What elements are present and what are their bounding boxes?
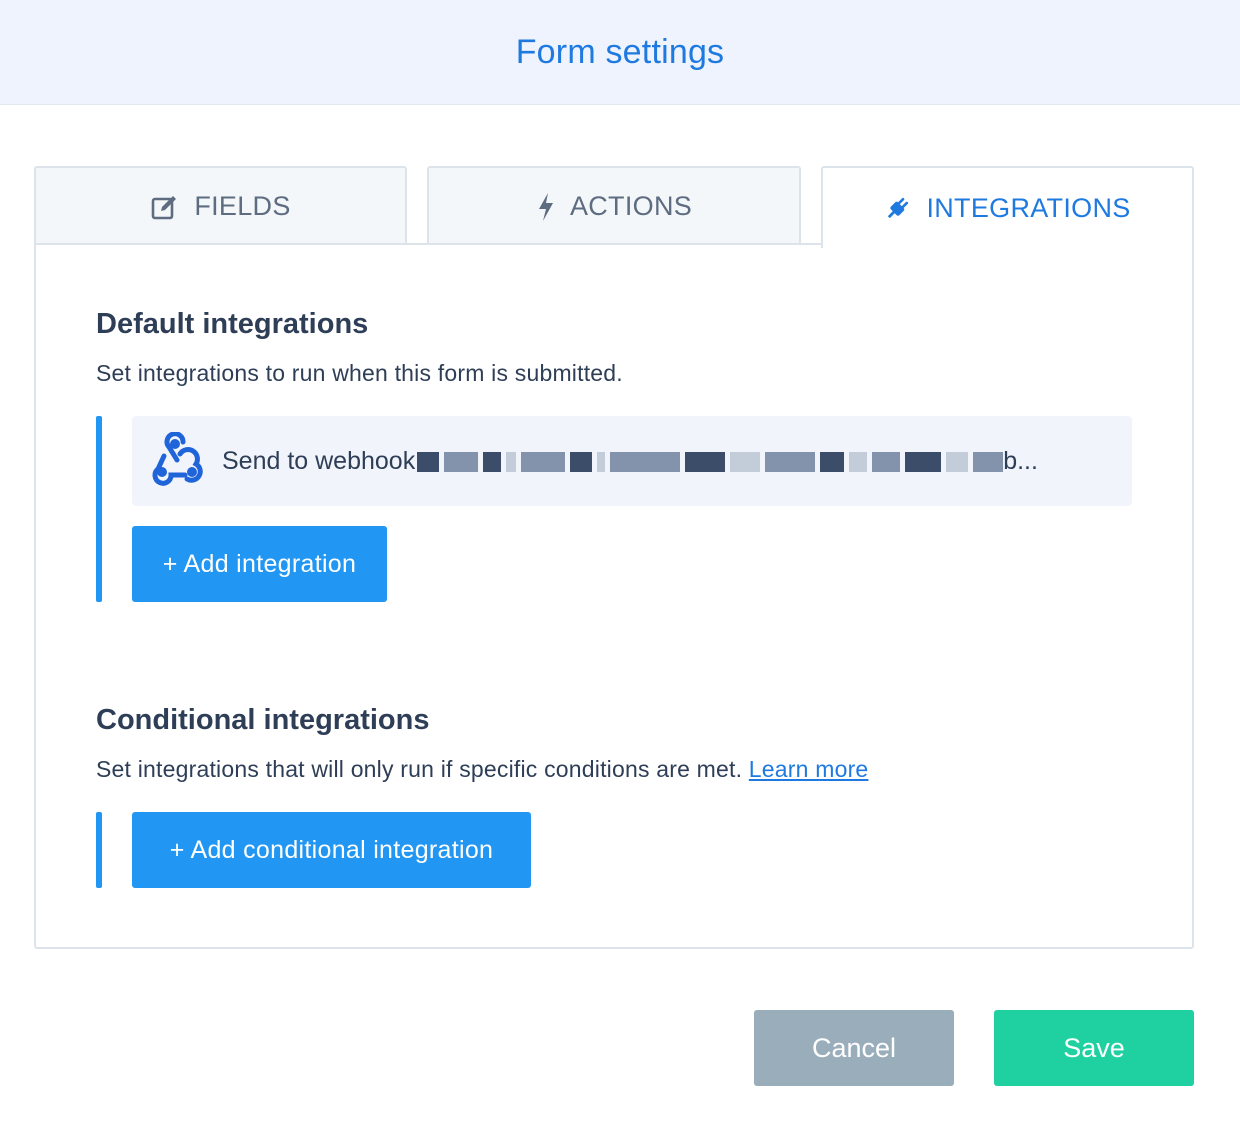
integration-label: Send to webhook b... bbox=[222, 446, 1038, 475]
edit-icon bbox=[150, 192, 180, 222]
cancel-button[interactable]: Cancel bbox=[754, 1010, 954, 1086]
webhook-icon bbox=[150, 430, 204, 491]
section-accent-bar bbox=[96, 416, 102, 602]
section-description-conditional: Set integrations that will only run if s… bbox=[96, 756, 869, 782]
modal-header: Form settings bbox=[0, 0, 1240, 105]
page-title: Form settings bbox=[515, 32, 725, 71]
section-title-default: Default integrations bbox=[96, 308, 369, 340]
add-conditional-integration-button[interactable]: + Add conditional integration bbox=[132, 812, 531, 888]
integration-item-webhook[interactable]: Send to webhook b... bbox=[132, 416, 1132, 506]
tab-fields[interactable]: FIELDS bbox=[34, 166, 407, 245]
section-description-default: Set integrations to run when this form i… bbox=[96, 360, 623, 386]
learn-more-link[interactable]: Learn more bbox=[749, 756, 869, 782]
tab-label: ACTIONS bbox=[569, 191, 693, 221]
tab-label: FIELDS bbox=[194, 191, 291, 221]
lightning-icon bbox=[536, 192, 556, 222]
add-integration-button[interactable]: + Add integration bbox=[132, 526, 387, 602]
tab-integrations[interactable]: INTEGRATIONS bbox=[821, 166, 1194, 248]
tab-label: INTEGRATIONS bbox=[926, 192, 1131, 223]
plug-icon bbox=[884, 194, 912, 222]
redacted-webhook-url bbox=[417, 451, 1004, 472]
tab-actions[interactable]: ACTIONS bbox=[427, 166, 801, 245]
section-accent-bar bbox=[96, 812, 102, 888]
section-title-conditional: Conditional integrations bbox=[96, 704, 430, 736]
save-button[interactable]: Save bbox=[994, 1010, 1194, 1086]
